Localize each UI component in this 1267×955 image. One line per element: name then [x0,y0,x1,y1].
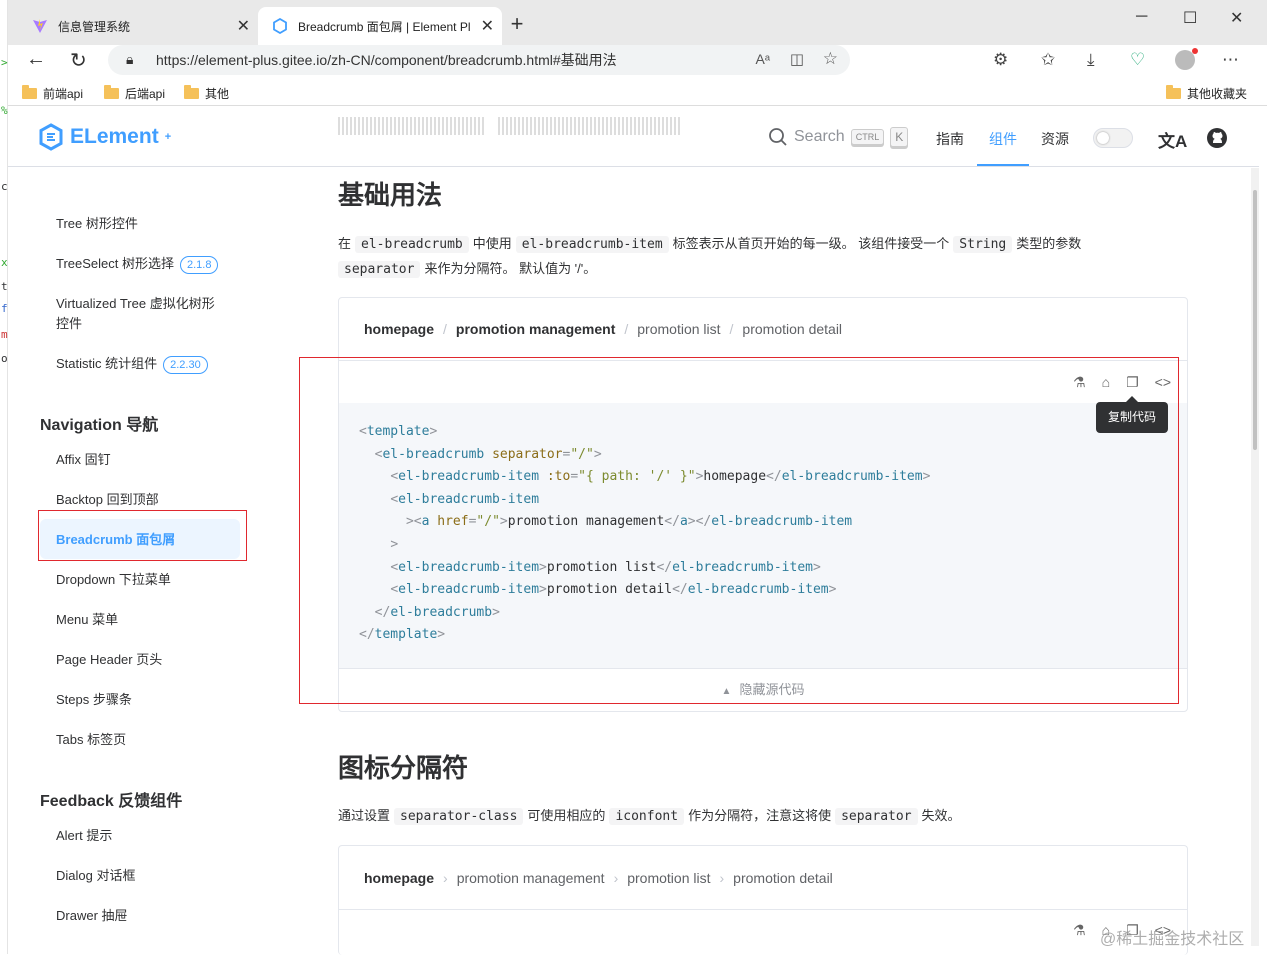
site-header: ELement + Search CTRL K 指南 组件 资源 文A [8,107,1259,167]
folder-icon [22,85,37,99]
refresh-icon[interactable]: ↻ [70,48,87,73]
element-favicon-icon [272,17,288,35]
sidebar-item-virtualized-tree[interactable]: Virtualized Tree 虚拟化树形控件 [56,294,226,334]
sidebar-group-navigation: Navigation 导航 [40,417,159,434]
url-text: https://element-plus.gitee.io/zh-CN/comp… [156,52,617,68]
breadcrumb-item: promotion management [456,870,605,886]
tab-breadcrumb[interactable]: Breadcrumb 面包屑 | Element Pl ✕ [258,7,502,45]
sidebar-item-page-header[interactable]: Page Header 页头 [56,650,236,670]
playground-icon[interactable]: ⚗ [1073,922,1086,939]
new-tab-button[interactable]: + [502,11,532,37]
breadcrumb-item[interactable]: homepage [364,870,434,886]
sidebar-group-feedback: Feedback 反馈组件 [40,793,183,810]
arrow-right-icon: › [443,870,448,886]
folder-icon [184,85,199,99]
arrow-right-icon: › [613,870,619,886]
back-icon[interactable]: ← [26,48,46,71]
search-button[interactable]: Search CTRL K [768,127,909,147]
minimize-icon[interactable]: ─ [1136,8,1147,26]
breadcrumb-item[interactable]: promotion management [456,321,615,337]
language-icon[interactable]: 文A [1158,127,1187,152]
breadcrumb-item: promotion detail [733,870,833,886]
vite-icon [32,18,48,34]
bookmark-other-favorites[interactable]: 其他收藏夹 [1166,85,1247,102]
section-description: 在 el-breadcrumb 中使用 el-breadcrumb-item 标签表示从… [338,236,1082,278]
sidebar-item-treeselect[interactable]: TreeSelect 树形选择 2.1.8 [56,254,236,274]
element-logo-icon [39,123,63,151]
notification-dot [1192,48,1198,54]
reader-view-icon[interactable]: ◫ [790,50,804,68]
breadcrumb-item: promotion list [627,870,711,886]
hatch-decoration [338,117,484,135]
url-bar[interactable]: 🔒︎ https://element-plus.gitee.io/zh-CN/c… [108,45,850,75]
dark-mode-toggle[interactable] [1093,128,1133,148]
favorites-icon[interactable]: ✩ [1041,50,1055,70]
breadcrumb: homepage › promotion management › promotio… [364,870,833,886]
highlight-box-sidebar [38,510,247,561]
browser-tab-bar: 信息管理系统 ✕ Breadcrumb 面包屑 | Element Pl ✕ +… [8,0,1267,45]
extensions-icon[interactable]: ⚙ [993,50,1008,70]
downloads-icon[interactable]: ⤓ [1087,50,1095,70]
section-title-basic: 基础用法 [338,180,443,210]
background-editor-strip: > % c x t f m o [0,0,8,954]
kbd-ctrl: CTRL [850,129,885,145]
close-tab-icon[interactable]: ✕ [481,16,494,36]
sidebar-item-dialog[interactable]: Dialog 对话框 [56,866,236,886]
nav-guide[interactable]: 指南 [936,129,964,149]
section-title-icon-separator: 图标分隔符 [338,753,469,783]
section-description: 通过设置 separator-class 可使用相应的 iconfont 作为分隔符，注… [338,808,961,825]
bookmark-folder-frontend[interactable]: 前端api [22,85,83,102]
sidebar-item-drawer[interactable]: Drawer 抽屉 [56,906,236,926]
bookmark-folder-other[interactable]: 其他 [184,85,229,102]
close-window-icon[interactable]: ✕ [1230,8,1243,28]
divider [339,909,1187,910]
version-badge: 2.2.30 [163,356,208,374]
version-badge: 2.1.8 [180,256,219,274]
sidebar-item-tree[interactable]: Tree 树形控件 [56,214,236,234]
maximize-icon[interactable]: ☐ [1183,8,1197,28]
sidebar-item-affix[interactable]: Affix 固钉 [56,450,236,470]
hatch-decoration [498,117,680,135]
sidebar-item-tabs[interactable]: Tabs 标签页 [56,730,236,750]
kbd-k: K [890,127,909,147]
element-logo[interactable]: ELement + [38,123,171,151]
sidebar-item-steps[interactable]: Steps 步骤条 [56,690,236,710]
tab-title: Breadcrumb 面包屑 | Element Pl [298,19,471,34]
nav-active-underline [977,164,1029,166]
nav-resource[interactable]: 资源 [1041,129,1069,149]
bookmark-folder-backend[interactable]: 后端api [104,85,165,102]
close-tab-icon[interactable]: ✕ [237,16,250,36]
nav-component[interactable]: 组件 [989,129,1017,149]
search-label: Search [794,128,845,145]
folder-icon [1166,85,1181,99]
sidebar-item-dropdown[interactable]: Dropdown 下拉菜单 [56,570,236,590]
scrollbar-thumb[interactable] [1253,190,1257,450]
search-icon [769,128,787,146]
read-aloud-icon[interactable]: Aᵃ [755,51,770,67]
more-menu-icon[interactable]: ⋯ [1222,50,1239,70]
sidebar-item-alert[interactable]: Alert 提示 [56,826,236,846]
github-icon[interactable] [1206,127,1228,154]
browser-essentials-icon[interactable]: ♡ [1130,50,1145,70]
watermark: @稀土掘金技术社区 [1100,931,1245,948]
bookmarks-bar: 前端api 后端api 其他 其他收藏夹 [8,80,1267,106]
sidebar-item-backtop[interactable]: Backtop 回到顶部 [56,490,236,510]
profile-avatar[interactable] [1175,48,1198,70]
breadcrumb-item: promotion detail [742,321,843,337]
sidebar-item-menu[interactable]: Menu 菜单 [56,610,236,630]
folder-icon [104,85,119,99]
breadcrumb-item: promotion list [637,321,721,337]
breadcrumb-item[interactable]: homepage [364,321,434,337]
favorite-star-icon[interactable]: ☆ [823,49,838,69]
tab-title: 信息管理系统 [58,19,131,34]
tab-info-system[interactable]: 信息管理系统 ✕ [18,7,258,45]
breadcrumb: homepage / promotion management / promotio… [364,321,843,337]
demo-block-icon-separator: homepage › promotion management › promotio… [338,845,1188,955]
sidebar-item-statistic[interactable]: Statistic 统计组件 2.2.30 [56,354,236,374]
lock-icon: 🔒︎ [126,51,134,67]
highlight-box-code [299,357,1179,704]
arrow-right-icon: › [719,870,725,886]
address-toolbar: ← ↻ 🔒︎ https://element-plus.gitee.io/zh-… [8,45,1267,79]
